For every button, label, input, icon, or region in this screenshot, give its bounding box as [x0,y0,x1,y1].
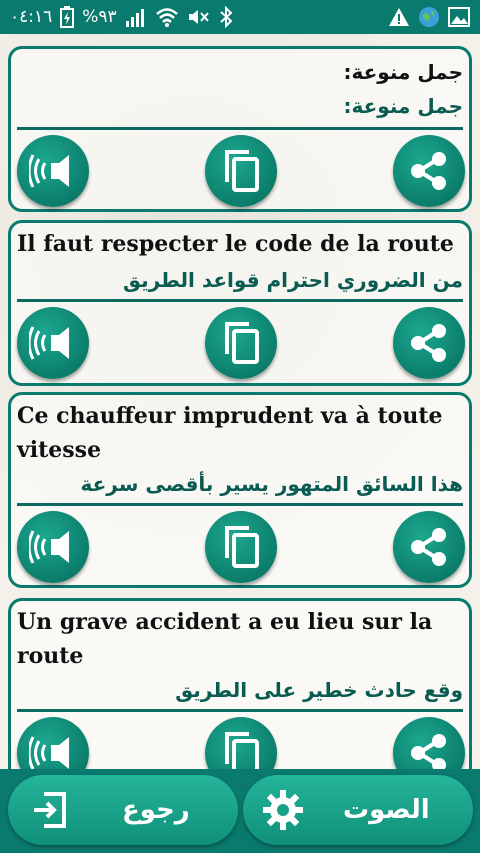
phrase-list[interactable]: جمل منوعة: جمل منوعة: Il faut respecter … [0,34,480,769]
copy-button[interactable] [205,717,277,769]
copy-icon [225,150,259,192]
bottom-bar: رجوع الصوت [0,769,480,853]
speaker-icon [29,326,69,360]
speak-button[interactable] [17,717,89,769]
copy-icon [225,526,259,568]
speak-button[interactable] [17,135,89,207]
gear-icon [261,788,305,832]
share-button[interactable] [393,307,465,379]
share-icon [411,152,446,190]
divider [17,503,463,506]
french-text: Il faut respecter le code de la route [17,231,454,257]
back-label: رجوع [122,795,190,825]
copy-icon [225,732,259,769]
mute-icon [187,7,211,27]
speaker-icon [29,736,69,769]
copy-button[interactable] [205,511,277,583]
french-text: جمل منوعة: [343,60,463,84]
share-button[interactable] [393,135,465,207]
divider [17,127,463,130]
share-button[interactable] [393,717,465,769]
french-text: Ce chauffeur imprudent va à toute vitess… [17,403,443,463]
copy-icon [225,322,259,364]
battery-icon [60,6,75,28]
warning-icon [388,7,410,27]
arabic-text: جمل منوعة: [343,94,463,118]
speak-button[interactable] [17,511,89,583]
phrase-card: Ce chauffeur imprudent va à toute vitess… [8,392,472,588]
phrase-card: Un grave accident a eu lieu sur la route… [8,598,472,769]
share-button[interactable] [393,511,465,583]
share-icon [411,734,446,769]
speaker-icon [29,154,69,188]
sound-settings-button[interactable]: الصوت [243,775,473,845]
copy-button[interactable] [205,307,277,379]
status-bar: ٠٤:١٦ %٩٣ [0,0,480,34]
battery-percent: %٩٣ [82,7,117,27]
share-icon [411,324,446,362]
copy-button[interactable] [205,135,277,207]
arabic-text: هذا السائق المتهور يسير بأقصى سرعة [80,472,463,496]
arabic-text: وقع حادث خطير على الطريق [175,678,463,702]
bluetooth-icon [219,6,233,28]
speaker-icon [29,530,69,564]
sound-label: الصوت [343,795,430,825]
back-button[interactable]: رجوع [8,775,238,845]
arabic-text: من الضروري احترام قواعد الطريق [123,268,463,292]
french-text: Un grave accident a eu lieu sur la route [17,609,433,669]
divider [17,299,463,302]
clock: ٠٤:١٦ [10,7,53,27]
phrase-card: جمل منوعة: جمل منوعة: [8,46,472,212]
signal-icon [125,7,147,27]
divider [17,709,463,712]
wifi-icon [155,7,179,27]
exit-icon [30,790,70,830]
speak-button[interactable] [17,307,89,379]
phrase-card: Il faut respecter le code de la route من… [8,220,472,386]
globe-icon [418,6,440,28]
gallery-icon [448,7,470,27]
share-icon [411,528,446,566]
